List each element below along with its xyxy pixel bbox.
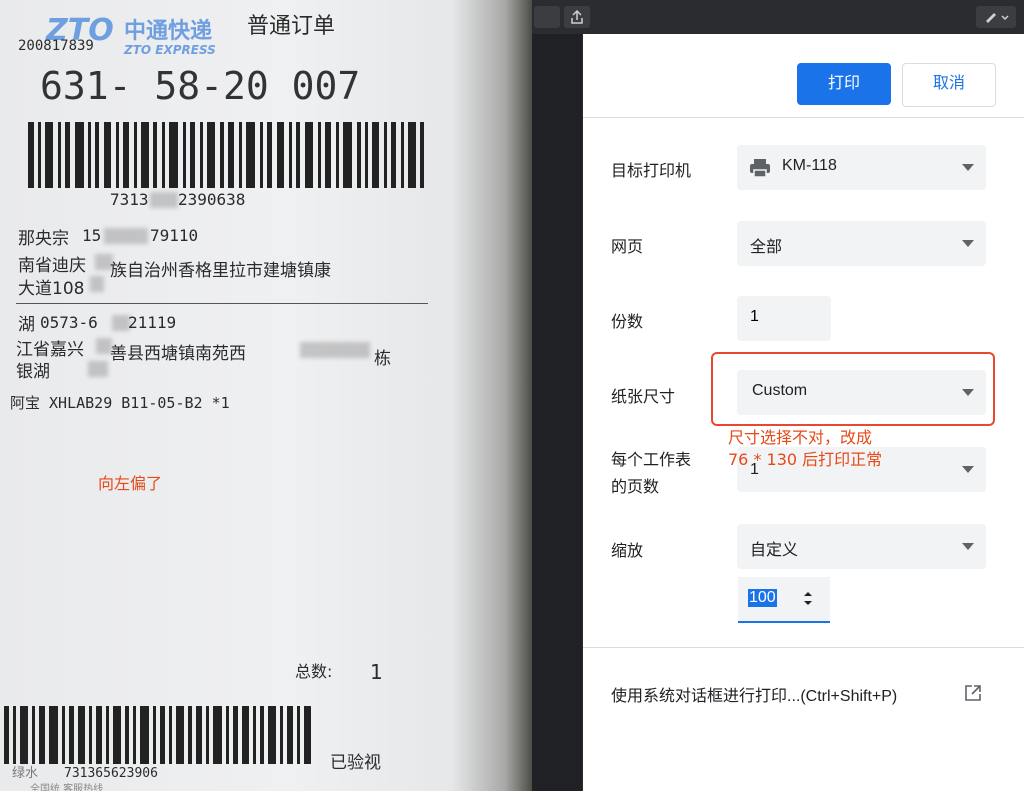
recipient-name: 那央宗: [18, 229, 69, 249]
chevron-down-icon: [962, 240, 974, 247]
markup-button[interactable]: [976, 6, 1016, 28]
order-type: 普通订单: [247, 14, 336, 39]
annotation-note: 尺寸选择不对，改成 76 * 130 后打印正常: [728, 427, 882, 471]
divider: [583, 647, 1024, 648]
annotation-line-1: 尺寸选择不对，改成: [728, 428, 873, 447]
scale-label: 缩放: [611, 543, 644, 560]
barcode-number-b: 2390638: [178, 190, 246, 209]
bottom-code: 731365623906: [64, 766, 158, 781]
address-line1-a: 南省迪庆: [18, 256, 86, 276]
top-toolbar: [532, 0, 1024, 34]
recipient-phone-b: 79110: [150, 226, 199, 245]
pages-label: 网页: [611, 239, 644, 256]
item-line: 阿宝 XHLAB29 B11-05-B2 *1: [10, 394, 230, 412]
recipient-phone-a: 15: [82, 226, 102, 245]
redaction: [150, 192, 178, 208]
share-button[interactable]: [564, 6, 590, 28]
system-dialog-link[interactable]: 使用系统对话框进行打印...(Ctrl+Shift+P): [611, 682, 897, 706]
svg-text:ZTO EXPRESS: ZTO EXPRESS: [123, 43, 216, 56]
chevron-down-icon: [962, 543, 974, 550]
small-number: 200817839: [18, 38, 94, 54]
pages-value: 全部: [750, 239, 783, 256]
copies-input[interactable]: 1: [737, 296, 831, 341]
barcode-number-a: 7313: [110, 190, 149, 209]
sender-label-c: 21119: [128, 313, 177, 332]
total-value: 1: [370, 660, 383, 684]
scale-input[interactable]: 100: [738, 577, 830, 623]
bottom-green: 绿水: [12, 766, 39, 781]
share-icon: [571, 9, 583, 24]
open-external-icon[interactable]: [963, 683, 983, 703]
destination-label: 目标打印机: [611, 163, 692, 180]
printer-icon: [750, 159, 770, 178]
svg-text:中通快递: 中通快递: [124, 18, 212, 44]
scale-value: 100: [748, 589, 777, 607]
destination-value: KM-118: [782, 157, 837, 174]
route-code: 631- 58-20 007: [40, 64, 361, 108]
address-line1-b: 族自治州香格里拉市建塘镇康: [110, 261, 331, 281]
toolbar-button[interactable]: [534, 6, 560, 28]
preview-gutter: [532, 0, 582, 791]
redaction: [90, 276, 104, 292]
divider: [16, 303, 428, 304]
sender-addr1-b: 善县西塘镇南苑西: [110, 344, 246, 364]
address-line2: 大道108: [18, 279, 85, 299]
scale-mode-value: 自定义: [750, 542, 799, 559]
verified-label: 已验视: [330, 753, 381, 773]
chevron-down-icon: [962, 164, 974, 171]
pages-per-sheet-label: 每个工作表: [611, 452, 692, 469]
print-button[interactable]: 打印: [797, 63, 891, 105]
chevron-down-icon: [962, 466, 974, 473]
paper-size-label: 纸张尺寸: [611, 389, 676, 406]
annotation-line-2: 76 * 130 后打印正常: [728, 450, 883, 469]
total-label: 总数:: [295, 662, 333, 681]
pages-per-sheet-label-2: 的页数: [611, 479, 660, 496]
cancel-button[interactable]: 取消: [902, 63, 996, 107]
pages-select[interactable]: 全部: [737, 221, 986, 266]
stepper-icon[interactable]: [802, 589, 814, 609]
destination-select[interactable]: KM-118: [737, 145, 986, 190]
barcode-top: [28, 122, 424, 188]
redaction: [104, 228, 148, 244]
receipt-photo: ZTO 中通快递 ZTO EXPRESS 普通订单 200817839 631-…: [0, 0, 532, 791]
redaction: [300, 342, 370, 358]
sender-label-a: 湖: [18, 315, 35, 335]
redaction: [88, 361, 108, 377]
scale-select[interactable]: 自定义: [737, 524, 986, 569]
pen-icon: [986, 13, 1009, 23]
highlight-box: [711, 352, 995, 426]
sender-label-b: 0573-6: [40, 313, 98, 332]
barcode-bottom: [4, 706, 311, 764]
annotation-left: 向左偏了: [98, 474, 163, 493]
sender-addr1-c: 栋: [374, 349, 391, 369]
sender-addr2: 银湖: [16, 362, 50, 382]
bottom-tiny: 全国统 客服热线: [30, 784, 104, 791]
copies-value: 1: [750, 308, 759, 325]
copies-label: 份数: [611, 314, 644, 331]
print-dialog: 打印 取消 目标打印机 KM-118 网页 全部 份数 1 纸张尺寸 Custo…: [583, 34, 1024, 791]
divider: [583, 117, 1024, 118]
